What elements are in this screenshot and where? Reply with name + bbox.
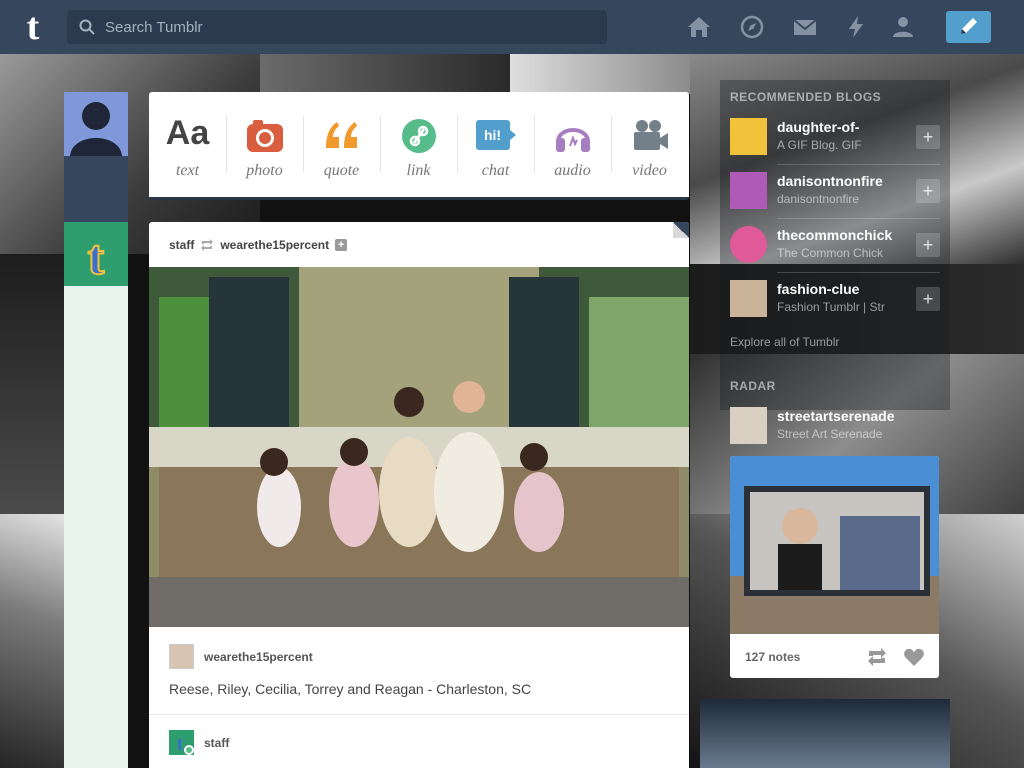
reblog-icon: [201, 239, 214, 251]
activity-lightning-icon[interactable]: [844, 15, 868, 39]
post-type-bar: Aa text photo quote link hi! chat audio …: [149, 92, 689, 200]
staff-username[interactable]: staff: [204, 736, 229, 750]
pencil-icon: [961, 18, 977, 34]
blog-name: fashion-clue: [777, 281, 860, 297]
post-type-audio[interactable]: audio: [534, 92, 611, 197]
avatar-silhouette-icon: [70, 102, 122, 156]
caption-attribution: wearethe15percent: [169, 644, 313, 669]
post-photo[interactable]: [149, 267, 689, 627]
compose-button[interactable]: [946, 11, 991, 43]
post-type-chat[interactable]: hi! chat: [457, 92, 534, 197]
radar-blog-item[interactable]: streetartserenade Street Art Serenade: [730, 402, 940, 448]
video-camera-icon: [633, 120, 668, 150]
recommended-blog-item[interactable]: daughter-of- A GIF Blog. GIF +: [730, 113, 940, 159]
background-photo: [260, 54, 510, 94]
blog-avatar: [730, 172, 767, 209]
blog-avatar: [730, 280, 767, 317]
headphones-icon: [555, 128, 590, 152]
reblogger-name[interactable]: staff: [169, 238, 194, 252]
staff-avatar-small[interactable]: t: [169, 730, 194, 755]
staff-avatar[interactable]: t: [64, 222, 128, 286]
svg-text:t: t: [88, 229, 105, 285]
notes-count[interactable]: 127 notes: [745, 650, 800, 664]
separator: [777, 218, 940, 219]
background-photo: [700, 699, 950, 768]
user-avatar[interactable]: [64, 92, 128, 156]
next-attribution: t staff: [169, 730, 229, 755]
text-aa-icon: Aa: [165, 114, 210, 152]
blog-name: streetartserenade: [777, 408, 895, 424]
post-type-label: photo: [246, 162, 283, 179]
search-input[interactable]: [105, 10, 595, 44]
avatar-rail: [64, 285, 128, 768]
post-header: staff wearethe15percent +: [169, 237, 348, 253]
follow-plus-icon[interactable]: +: [916, 125, 940, 149]
explore-link[interactable]: Explore all of Tumblr: [730, 335, 839, 349]
recommended-blog-item[interactable]: danisontnonfire danisontnonfire +: [730, 167, 940, 213]
follow-plus-icon[interactable]: +: [916, 179, 940, 203]
explore-compass-icon[interactable]: [740, 15, 764, 39]
post-type-quote[interactable]: quote: [303, 92, 380, 197]
messages-mail-icon[interactable]: [793, 15, 817, 39]
post-type-label: link: [406, 162, 431, 179]
search-icon: [79, 19, 95, 35]
blog-title: Street Art Serenade: [777, 427, 883, 441]
dashboard-post: staff wearethe15percent + wearethe15perc…: [149, 222, 689, 768]
blog-title: The Common Chick: [777, 246, 884, 260]
post-type-label: text: [175, 162, 200, 179]
radar-post-card: 127 notes: [730, 456, 939, 678]
recommended-blog-item[interactable]: fashion-clue Fashion Tumblr | Str +: [730, 275, 940, 321]
follow-plus-icon[interactable]: +: [335, 239, 348, 251]
post-caption: Reese, Riley, Cecilia, Torrey and Reagan…: [169, 681, 532, 697]
family-photo-image: [149, 267, 689, 627]
blog-title: A GIF Blog. GIF: [777, 138, 862, 152]
chat-bubble-icon: hi!: [475, 118, 516, 152]
post-type-label: video: [632, 162, 667, 179]
link-icon: [401, 119, 436, 153]
top-navigation-bar: t: [0, 0, 1024, 54]
radar-post-image[interactable]: [730, 456, 939, 634]
post-divider: [149, 714, 689, 715]
post-type-label: quote: [323, 162, 360, 179]
svg-text:t: t: [177, 733, 184, 755]
post-type-photo[interactable]: photo: [226, 92, 303, 197]
blog-name: daughter-of-: [777, 119, 860, 135]
tumblr-logo[interactable]: t: [16, 7, 50, 47]
blog-name: thecommonchick: [777, 227, 893, 243]
tumblr-t-icon: t: [177, 733, 194, 755]
tumblr-t-icon: t: [87, 228, 106, 286]
source-blog-name[interactable]: wearethe15percent: [220, 238, 329, 252]
post-type-video[interactable]: video: [611, 92, 688, 197]
background-photo: [510, 54, 690, 94]
recommended-blog-item[interactable]: thecommonchick The Common Chick +: [730, 221, 940, 267]
background-photo: [0, 514, 70, 768]
post-type-label: audio: [554, 162, 591, 179]
radar-title: RADAR: [730, 379, 776, 393]
blog-avatar: [730, 118, 767, 155]
blog-name: danisontnonfire: [777, 173, 883, 189]
recommended-blogs-title: RECOMMENDED BLOGS: [730, 90, 882, 104]
blog-title: danisontnonfire: [777, 192, 860, 206]
background-photo: [0, 254, 70, 514]
separator: [777, 164, 940, 165]
blog-avatar: [730, 407, 767, 444]
blog-avatar: [730, 226, 767, 263]
quote-icon: [325, 122, 357, 148]
post-type-text[interactable]: Aa text: [149, 92, 226, 197]
home-icon[interactable]: [687, 15, 711, 39]
camera-icon: [246, 120, 283, 152]
follow-plus-icon[interactable]: +: [916, 287, 940, 311]
blog-title: Fashion Tumblr | Str: [777, 300, 885, 314]
separator: [777, 272, 940, 273]
caption-username[interactable]: wearethe15percent: [204, 650, 313, 664]
follow-plus-icon[interactable]: +: [916, 233, 940, 257]
post-corner-fold: [673, 222, 689, 238]
search-box[interactable]: [67, 10, 607, 44]
post-type-label: chat: [481, 162, 510, 179]
heart-like-icon[interactable]: [904, 648, 924, 666]
post-type-link[interactable]: link: [380, 92, 457, 197]
source-avatar[interactable]: [169, 644, 194, 669]
account-person-icon[interactable]: [891, 15, 915, 39]
reblog-icon[interactable]: [866, 648, 888, 666]
